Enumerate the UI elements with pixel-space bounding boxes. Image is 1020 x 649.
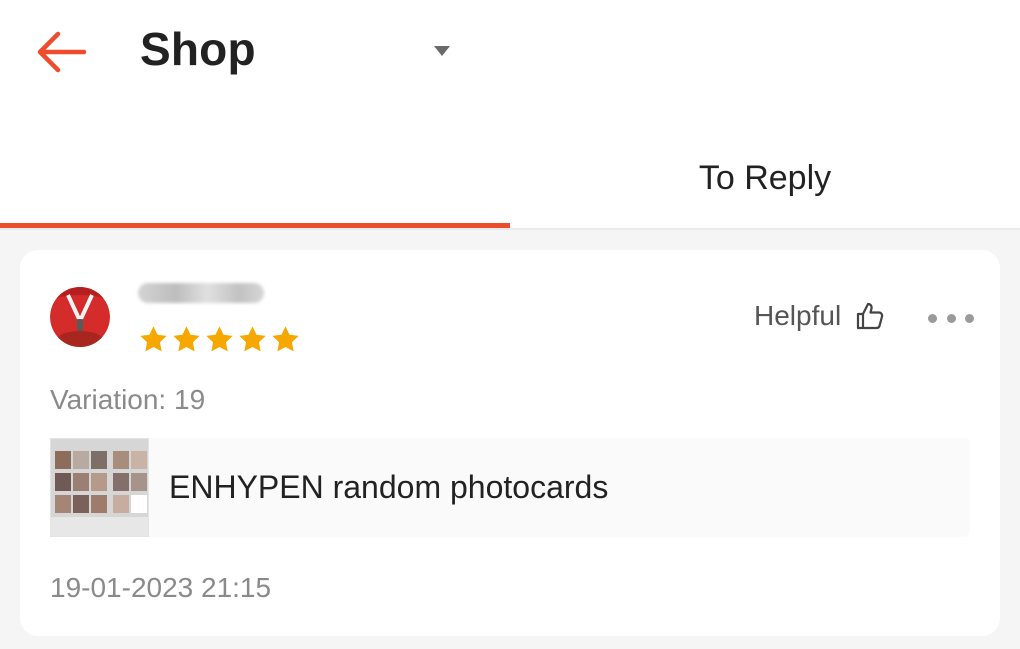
tabs-divider (0, 228, 1020, 230)
star-icon (173, 326, 200, 352)
caret-down-icon (434, 46, 450, 56)
rating-stars (138, 324, 301, 355)
shop-dropdown-button[interactable] (424, 36, 460, 66)
star-icon (272, 326, 299, 352)
more-options-button[interactable] (928, 304, 974, 332)
thumbs-up-icon (857, 302, 884, 330)
product-thumbnail (50, 438, 149, 537)
arrow-left-icon (37, 31, 87, 73)
review-card: Helpful Variation: 19 ENHYPEN random pho… (20, 250, 1000, 636)
helpful-button[interactable]: Helpful (754, 300, 885, 332)
star-icon (140, 326, 167, 352)
helpful-label: Helpful (754, 300, 842, 331)
tab-all[interactable] (0, 128, 510, 228)
review-timestamp: 19-01-2023 21:15 (50, 572, 272, 603)
app-header: Shop To Reply (0, 0, 1020, 228)
tab-to-reply[interactable]: To Reply (510, 128, 1020, 228)
product-name: ENHYPEN random photocards (169, 469, 609, 505)
reviewer-username (138, 283, 264, 303)
star-icon (239, 326, 266, 352)
page-title: Shop (140, 23, 256, 75)
variation-text: Variation: 19 (50, 384, 206, 415)
avatar[interactable] (50, 287, 110, 347)
back-button[interactable] (28, 24, 92, 80)
more-dots-icon (928, 313, 937, 323)
review-tabs: To Reply (0, 128, 1020, 228)
star-icon (206, 326, 233, 352)
product-link[interactable]: ENHYPEN random photocards (50, 438, 970, 537)
avatar-image (50, 287, 110, 347)
